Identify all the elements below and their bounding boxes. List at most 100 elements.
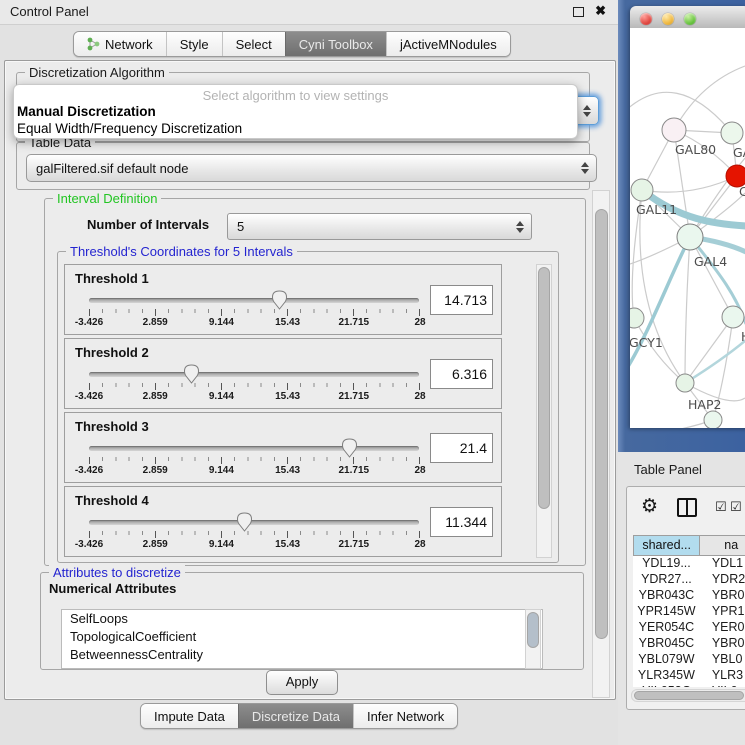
number-of-intervals-value: 5: [237, 219, 244, 234]
slider-track[interactable]: [89, 298, 419, 303]
scrollbar-thumb[interactable]: [538, 267, 550, 509]
tab-style[interactable]: Style: [166, 32, 222, 56]
panel-scrollbar[interactable]: [592, 190, 610, 698]
scrollbar-thumb[interactable]: [634, 691, 744, 700]
table-horizontal-scrollbar[interactable]: [631, 689, 745, 702]
control-panel-titlebar: Control Panel ✖: [0, 0, 618, 25]
checkbox-icon[interactable]: ☑: [730, 500, 742, 515]
threshold-slider[interactable]: -3.4262.8599.14415.4321.71528: [79, 511, 435, 555]
table-row[interactable]: YBL079W YBL0: [633, 652, 745, 668]
apply-button[interactable]: Apply: [266, 670, 338, 695]
list-item[interactable]: TopologicalCoefficient: [62, 628, 542, 646]
scrollbar-thumb[interactable]: [527, 612, 539, 648]
gear-icon[interactable]: ⚙: [641, 495, 658, 517]
thresholds-group: Threshold's Coordinates for 5 Intervals …: [57, 251, 559, 563]
thresholds-scrollbar[interactable]: [536, 264, 552, 558]
tab-network[interactable]: Network: [74, 32, 166, 56]
threshold-row: Threshold 4 -3.4262.8599.14415.4321.7152…: [64, 486, 502, 557]
node-label: HAP2: [688, 397, 721, 412]
cell-name: YLR3: [700, 668, 745, 684]
threshold-slider[interactable]: -3.4262.8599.14415.4321.71528: [79, 289, 435, 333]
dropdown-option-equal-width[interactable]: Equal Width/Frequency Discretization: [17, 121, 242, 136]
float-icon[interactable]: [573, 7, 584, 17]
attributes-scrollbar[interactable]: [525, 609, 541, 669]
tab-discretize-data[interactable]: Discretize Data: [238, 704, 353, 728]
tick-label: 9.144: [209, 391, 234, 402]
slider-track[interactable]: [89, 520, 419, 525]
tick-label: -3.426: [75, 539, 103, 550]
list-item[interactable]: SelfLoops: [62, 610, 542, 628]
tick-label: -3.426: [75, 465, 103, 476]
table-row[interactable]: YBR043C YBR0: [633, 588, 745, 604]
list-item[interactable]: BetweennessCentrality: [62, 646, 542, 664]
network-canvas[interactable]: GAL80GACGAL11GAL4GCY1HHAP2: [630, 28, 745, 428]
tab-select[interactable]: Select: [222, 32, 285, 56]
slider-thumb-icon[interactable]: [341, 438, 358, 458]
network-edge: [674, 66, 745, 130]
scrollbar-thumb[interactable]: [595, 209, 608, 639]
network-node[interactable]: [662, 118, 686, 142]
checkbox-icon[interactable]: ☑: [715, 500, 727, 515]
network-window-titlebar: [630, 6, 745, 29]
split-columns-icon[interactable]: [677, 498, 697, 517]
network-node[interactable]: [677, 224, 703, 250]
tick-label: -3.426: [75, 317, 103, 328]
slider-thumb-icon[interactable]: [236, 512, 253, 532]
table-row[interactable]: YDR27... YDR2: [633, 572, 745, 588]
tick-label: 28: [414, 465, 425, 476]
column-header-name[interactable]: na: [700, 535, 745, 556]
table-row[interactable]: YER054C YER0: [633, 620, 745, 636]
network-edge: [634, 318, 685, 383]
network-node[interactable]: [704, 411, 722, 428]
table-row[interactable]: YBR045C YBR0: [633, 636, 745, 652]
table-row[interactable]: YLR345W YLR3: [633, 668, 745, 684]
slider-tick-labels: -3.4262.8599.14415.4321.71528: [89, 465, 420, 477]
tab-jactivemnodules[interactable]: jActiveMNodules: [386, 32, 510, 56]
column-header-shared-name[interactable]: shared...: [633, 535, 700, 556]
threshold-row: Threshold 3 -3.4262.8599.14415.4321.7152…: [64, 412, 502, 483]
network-icon: [87, 37, 100, 51]
cell-shared-name: YPR145W: [633, 604, 700, 620]
slider-track[interactable]: [89, 372, 419, 377]
network-node[interactable]: [676, 374, 694, 392]
tick-label: 2.859: [143, 317, 168, 328]
cell-shared-name: YDR27...: [633, 572, 700, 588]
slider-thumb-icon[interactable]: [271, 290, 288, 310]
close-traffic-light-icon[interactable]: [640, 13, 652, 25]
threshold-value-field[interactable]: 6.316: [430, 359, 493, 389]
network-node[interactable]: [631, 179, 653, 201]
close-icon[interactable]: ✖: [595, 3, 606, 19]
network-edge: [640, 190, 685, 383]
number-of-intervals-spinner[interactable]: 5: [227, 213, 532, 240]
table-row[interactable]: YDL19... YDL1: [633, 556, 745, 572]
tab-cyni-toolbox[interactable]: Cyni Toolbox: [285, 32, 386, 56]
table-row[interactable]: YIL053C YIL0: [633, 684, 745, 687]
threshold-slider[interactable]: -3.4262.8599.14415.4321.71528: [79, 363, 435, 407]
threshold-slider[interactable]: -3.4262.8599.14415.4321.71528: [79, 437, 435, 481]
tab-impute-data[interactable]: Impute Data: [141, 704, 238, 728]
dropdown-option-manual[interactable]: Manual Discretization: [17, 104, 156, 119]
threshold-value-field[interactable]: 14.713: [430, 285, 493, 315]
attributes-list[interactable]: SelfLoopsTopologicalCoefficientBetweenne…: [61, 609, 543, 669]
tick-label: 15.43: [275, 465, 300, 476]
network-node[interactable]: [721, 122, 743, 144]
zoom-traffic-light-icon[interactable]: [684, 13, 696, 25]
threshold-list: Threshold 1 -3.4262.8599.14415.4321.7152…: [64, 264, 502, 560]
tab-label: Discretize Data: [252, 709, 340, 724]
threshold-row: Threshold 1 -3.4262.8599.14415.4321.7152…: [64, 264, 502, 335]
table-row[interactable]: YPR145W YPR1: [633, 604, 745, 620]
network-edge: [690, 237, 733, 317]
table-data-combo[interactable]: galFiltered.sif default node: [26, 154, 597, 182]
network-node[interactable]: [630, 308, 644, 328]
network-graph: GAL80GACGAL11GAL4GCY1HHAP2: [630, 28, 745, 428]
threshold-value-field[interactable]: 21.4: [430, 433, 493, 463]
tick-label: 2.859: [143, 391, 168, 402]
slider-track[interactable]: [89, 446, 419, 451]
combo-arrows-icon: [581, 162, 589, 174]
slider-thumb-icon[interactable]: [183, 364, 200, 384]
threshold-value-field[interactable]: 11.344: [430, 507, 493, 537]
network-node[interactable]: [722, 306, 744, 328]
minimize-traffic-light-icon[interactable]: [662, 13, 674, 25]
tab-infer-network[interactable]: Infer Network: [353, 704, 457, 728]
cell-name: YER0: [700, 620, 745, 636]
